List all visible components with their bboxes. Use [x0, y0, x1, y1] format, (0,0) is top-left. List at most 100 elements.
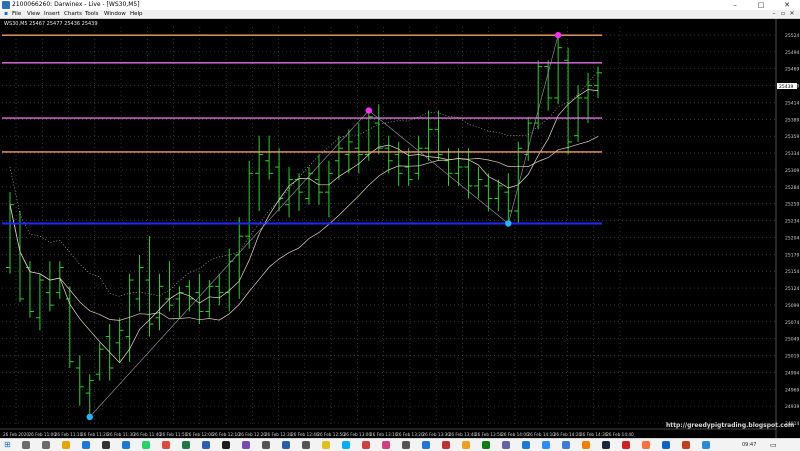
- onedrive-icon[interactable]: [522, 441, 530, 449]
- xbox-icon[interactable]: [482, 441, 490, 449]
- chart-canvas[interactable]: 25524 25494 25469 25439 25414 25389 25359 25334…: [0, 19, 800, 438]
- y-tick-label: 25019: [785, 354, 799, 360]
- whatsapp-icon[interactable]: [142, 441, 150, 449]
- x-tick-label: 26 Feb 11:30: [107, 432, 135, 437]
- y-tick-label: 25179: [785, 252, 799, 258]
- menu-bar: ▪ File View Insert Charts Tools Window H…: [0, 10, 800, 19]
- explorer-icon[interactable]: [62, 441, 70, 449]
- outlook-icon[interactable]: [662, 441, 670, 449]
- x-tick-label: 26 Feb 2020: [3, 432, 29, 437]
- x-tick-label: 26 Feb 13:10: [370, 432, 398, 437]
- y-tick-label: 25309: [785, 168, 799, 174]
- menu-window[interactable]: Window: [104, 10, 126, 18]
- x-tick-label: 26 Feb 12:30: [265, 432, 293, 437]
- x-tick-label: 26 Feb 12:20: [239, 432, 267, 437]
- y-tick-label: 25494: [785, 50, 799, 56]
- menu-file[interactable]: File: [12, 10, 21, 18]
- camera-icon[interactable]: [402, 441, 410, 449]
- x-tick-label: 26 Feb 14:00: [501, 432, 529, 437]
- y-tick-label: 25334: [785, 151, 799, 157]
- moving-average-slow: [9, 136, 599, 321]
- watermark: http://greedypigtrading.blogspot.com: [666, 422, 795, 429]
- y-tick-label: 25049: [785, 337, 799, 343]
- x-tick-label: 26 Feb 12:10: [212, 432, 240, 437]
- x-tick-label: 26 Feb 12:40: [291, 432, 319, 437]
- minimize-button[interactable]: –: [724, 0, 746, 10]
- y-tick-label: 25524: [785, 33, 799, 39]
- x-tick-label: 26 Feb 14:10: [527, 432, 555, 437]
- weather-icon[interactable]: [462, 441, 470, 449]
- maximize-button[interactable]: □: [750, 0, 772, 10]
- menu-tools[interactable]: Tools: [85, 10, 99, 18]
- menu-help[interactable]: Help: [130, 10, 143, 18]
- mail-icon[interactable]: [122, 441, 130, 449]
- x-tick-label: 26 Feb 12:50: [317, 432, 345, 437]
- settings-icon[interactable]: [262, 441, 270, 449]
- edge-icon[interactable]: [82, 441, 90, 449]
- start-icon[interactable]: ⊞: [4, 441, 11, 449]
- steam-icon[interactable]: [602, 441, 610, 449]
- notes-icon[interactable]: [322, 441, 330, 449]
- music-icon[interactable]: [382, 441, 390, 449]
- x-tick-label: 26 Feb 14:30: [580, 432, 608, 437]
- excel-icon[interactable]: [182, 441, 190, 449]
- chrome-icon[interactable]: [162, 441, 170, 449]
- swing-high-marker: [365, 107, 372, 114]
- menu-insert[interactable]: Insert: [44, 10, 60, 18]
- x-tick-label: 26 Feb 12:00: [186, 432, 214, 437]
- price-chart[interactable]: 25524 25494 25469 25439 25414 25389 25359 25334…: [0, 19, 800, 438]
- y-tick-label: 25469: [785, 67, 799, 73]
- y-tick-label: 25389: [785, 117, 799, 123]
- app-icon: [2, 1, 10, 9]
- photos-icon[interactable]: [242, 441, 250, 449]
- document-icon: ▪: [3, 10, 9, 17]
- zoom-icon[interactable]: [542, 441, 550, 449]
- mt4-icon[interactable]: [282, 441, 290, 449]
- close-button[interactable]: ✕: [776, 0, 798, 10]
- x-tick-label: 26 Feb 13:40: [449, 432, 477, 437]
- taskbar: ⊞ 09:47 ▭: [0, 438, 800, 451]
- y-tick-label: 24939: [785, 404, 799, 410]
- y-tick-label: 25099: [785, 303, 799, 309]
- x-tick-label: 26 Feb 13:20: [396, 432, 424, 437]
- store-icon[interactable]: [102, 441, 110, 449]
- x-tick-label: 26 Feb 14:20: [554, 432, 582, 437]
- y-tick-label: 24969: [785, 387, 799, 393]
- swing-low-marker: [86, 413, 93, 421]
- x-tick-label: 26 Feb 11:40: [134, 432, 162, 437]
- firefox-icon[interactable]: [642, 441, 650, 449]
- y-tick-label: 25359: [785, 134, 799, 140]
- search-icon[interactable]: [22, 441, 30, 449]
- y-tick-label: 25234: [785, 219, 799, 225]
- acrobat-icon[interactable]: [622, 441, 630, 449]
- y-tick-label: 24994: [785, 370, 799, 376]
- paint-icon[interactable]: [562, 441, 570, 449]
- maps-icon[interactable]: [362, 441, 370, 449]
- doc-restore-button[interactable]: ▫: [779, 10, 787, 18]
- doc-close-button[interactable]: ✕: [788, 10, 796, 18]
- moving-average-dotted: [9, 71, 599, 297]
- news-icon[interactable]: [442, 441, 450, 449]
- menu-charts[interactable]: Charts: [64, 10, 82, 18]
- menu-view[interactable]: View: [27, 10, 40, 18]
- x-tick-label: 26 Feb 11:10: [55, 432, 83, 437]
- x-tick-label: 26 Feb 11:00: [29, 432, 57, 437]
- y-tick-label: 25124: [785, 286, 799, 292]
- skype-icon[interactable]: [342, 441, 350, 449]
- x-tick-label: 26 Feb 13:50: [475, 432, 503, 437]
- powerpoint-icon[interactable]: [682, 441, 690, 449]
- window-title: 2100066260: Darwinex - Live - [WS30,M5]: [12, 1, 140, 8]
- clock[interactable]: 09:47: [742, 439, 756, 451]
- word-icon[interactable]: [202, 441, 210, 449]
- x-tick-label: 26 Feb 13:30: [422, 432, 450, 437]
- notification-icon[interactable]: ▭: [770, 439, 777, 451]
- notepad-icon[interactable]: [702, 441, 710, 449]
- task-view-icon[interactable]: [42, 441, 50, 449]
- calendar-icon[interactable]: [422, 441, 430, 449]
- calc-icon[interactable]: [302, 441, 310, 449]
- vlc-icon[interactable]: [582, 441, 590, 449]
- y-tick-label: 25414: [785, 100, 799, 106]
- doc-minimize-button[interactable]: –: [770, 10, 778, 18]
- teams-icon[interactable]: [502, 441, 510, 449]
- terminal-icon[interactable]: [222, 441, 230, 449]
